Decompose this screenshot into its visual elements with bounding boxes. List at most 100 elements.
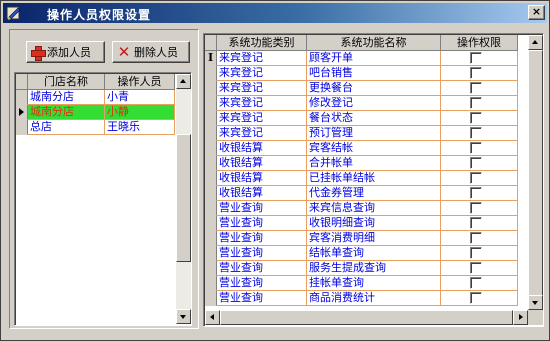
permission-row[interactable]: 营业查询 结帐单查询 <box>205 246 518 261</box>
permission-checkbox[interactable] <box>470 157 482 169</box>
scroll-thumb[interactable] <box>176 134 191 262</box>
permission-cell[interactable] <box>441 171 518 186</box>
permission-row[interactable]: 营业查询 宾客消费明细 <box>205 231 518 246</box>
permission-cell[interactable] <box>441 66 518 81</box>
permission-row[interactable]: 营业查询 收银明细查询 <box>205 216 518 231</box>
permission-row[interactable]: 收银结算 已挂帐单结帐 <box>205 171 518 186</box>
permission-row[interactable]: 来宾登记 预订管理 <box>205 126 518 141</box>
scroll-down-icon[interactable] <box>528 295 543 310</box>
function-cell[interactable]: 代金券管理 <box>307 186 441 201</box>
permission-cell[interactable] <box>441 96 518 111</box>
category-cell[interactable]: 收银结算 <box>217 186 307 201</box>
person-cell[interactable]: 小静 <box>105 105 175 120</box>
staff-row-selected[interactable]: 城南分店 小静 <box>16 105 175 120</box>
function-cell[interactable]: 收银明细查询 <box>307 216 441 231</box>
permission-cell[interactable] <box>441 231 518 246</box>
scroll-up-icon[interactable] <box>176 74 191 89</box>
category-cell[interactable]: 营业查询 <box>217 231 307 246</box>
permission-row[interactable]: 来宾登记 吧台销售 <box>205 66 518 81</box>
function-cell[interactable]: 宾客消费明细 <box>307 231 441 246</box>
column-header-permission[interactable]: 操作权限 <box>441 35 518 51</box>
scroll-thumb[interactable] <box>528 50 543 298</box>
permission-row[interactable]: 来宾登记 餐台状态 <box>205 111 518 126</box>
permission-checkbox[interactable] <box>470 292 482 304</box>
permission-cell[interactable] <box>441 51 518 66</box>
store-cell[interactable]: 总店 <box>28 120 105 135</box>
function-cell[interactable]: 商品消费统计 <box>307 291 441 306</box>
permission-checkbox[interactable] <box>470 112 482 124</box>
function-cell[interactable]: 预订管理 <box>307 126 441 141</box>
function-cell[interactable]: 宾客结帐 <box>307 141 441 156</box>
delete-staff-button[interactable]: ✕ 删除人员 <box>112 41 190 63</box>
function-cell[interactable]: 修改登记 <box>307 96 441 111</box>
function-cell[interactable]: 吧台销售 <box>307 66 441 81</box>
permission-cell[interactable] <box>441 216 518 231</box>
category-cell[interactable]: 营业查询 <box>217 246 307 261</box>
staff-grid-vscrollbar[interactable] <box>176 74 191 324</box>
permission-checkbox[interactable] <box>470 67 482 79</box>
permission-cell[interactable] <box>441 156 518 171</box>
person-cell[interactable]: 小青 <box>105 90 175 105</box>
permission-cell[interactable] <box>441 186 518 201</box>
permission-cell[interactable] <box>441 276 518 291</box>
permission-grid-vscrollbar[interactable] <box>528 35 543 310</box>
permission-cell[interactable] <box>441 246 518 261</box>
permission-cell[interactable] <box>441 141 518 156</box>
function-cell[interactable]: 结帐单查询 <box>307 246 441 261</box>
category-cell[interactable]: 营业查询 <box>217 261 307 276</box>
store-cell[interactable]: 城南分店 <box>28 105 105 120</box>
permission-row[interactable]: I 来宾登记 顾客开单 <box>205 51 518 66</box>
permission-row[interactable]: 营业查询 商品消费统计 <box>205 291 518 306</box>
person-cell[interactable]: 王晓乐 <box>105 120 175 135</box>
permission-row[interactable]: 收银结算 合并帐单 <box>205 156 518 171</box>
close-button[interactable]: × <box>528 5 545 20</box>
category-cell[interactable]: 来宾登记 <box>217 96 307 111</box>
permission-checkbox[interactable] <box>470 217 482 229</box>
function-cell[interactable]: 挂帐单查询 <box>307 276 441 291</box>
category-cell[interactable]: 来宾登记 <box>217 51 307 66</box>
permission-cell[interactable] <box>441 126 518 141</box>
permission-checkbox[interactable] <box>470 262 482 274</box>
store-cell[interactable]: 城南分店 <box>28 90 105 105</box>
category-cell[interactable]: 来宾登记 <box>217 66 307 81</box>
scroll-right-icon[interactable] <box>513 310 528 325</box>
function-cell[interactable]: 已挂帐单结帐 <box>307 171 441 186</box>
permission-checkbox[interactable] <box>470 127 482 139</box>
permission-cell[interactable] <box>441 111 518 126</box>
column-header-person[interactable]: 操作人员 <box>105 74 175 90</box>
category-cell[interactable]: 来宾登记 <box>217 126 307 141</box>
permission-cell[interactable] <box>441 81 518 96</box>
category-cell[interactable]: 来宾登记 <box>217 111 307 126</box>
scroll-left-icon[interactable] <box>205 310 220 325</box>
column-header-function[interactable]: 系统功能名称 <box>307 35 441 51</box>
permission-checkbox[interactable] <box>470 52 482 64</box>
column-header-category[interactable]: 系统功能类别 <box>217 35 307 51</box>
permission-grid-hscrollbar[interactable] <box>205 310 528 325</box>
add-staff-button[interactable]: 添加人员 <box>26 41 105 63</box>
permission-checkbox[interactable] <box>470 232 482 244</box>
permission-cell[interactable] <box>441 201 518 216</box>
category-cell[interactable]: 来宾登记 <box>217 81 307 96</box>
function-cell[interactable]: 更换餐台 <box>307 81 441 96</box>
permission-row[interactable]: 来宾登记 更换餐台 <box>205 81 518 96</box>
permission-row[interactable]: 收银结算 宾客结帐 <box>205 141 518 156</box>
permission-checkbox[interactable] <box>470 202 482 214</box>
scroll-thumb[interactable] <box>220 310 513 325</box>
function-cell[interactable]: 来宾信息查询 <box>307 201 441 216</box>
category-cell[interactable]: 营业查询 <box>217 201 307 216</box>
permission-checkbox[interactable] <box>470 187 482 199</box>
permission-row[interactable]: 营业查询 服务生提成查询 <box>205 261 518 276</box>
category-cell[interactable]: 营业查询 <box>217 276 307 291</box>
staff-row[interactable]: 总店 王晓乐 <box>16 120 175 135</box>
permission-row[interactable]: 来宾登记 修改登记 <box>205 96 518 111</box>
scroll-up-icon[interactable] <box>528 35 543 50</box>
staff-row[interactable]: 城南分店 小青 <box>16 90 175 105</box>
permission-row[interactable]: 营业查询 挂帐单查询 <box>205 276 518 291</box>
permission-row[interactable]: 营业查询 来宾信息查询 <box>205 201 518 216</box>
permission-row[interactable]: 收银结算 代金券管理 <box>205 186 518 201</box>
category-cell[interactable]: 收银结算 <box>217 141 307 156</box>
permission-checkbox[interactable] <box>470 247 482 259</box>
permission-cell[interactable] <box>441 291 518 306</box>
category-cell[interactable]: 营业查询 <box>217 291 307 306</box>
permission-cell[interactable] <box>441 261 518 276</box>
